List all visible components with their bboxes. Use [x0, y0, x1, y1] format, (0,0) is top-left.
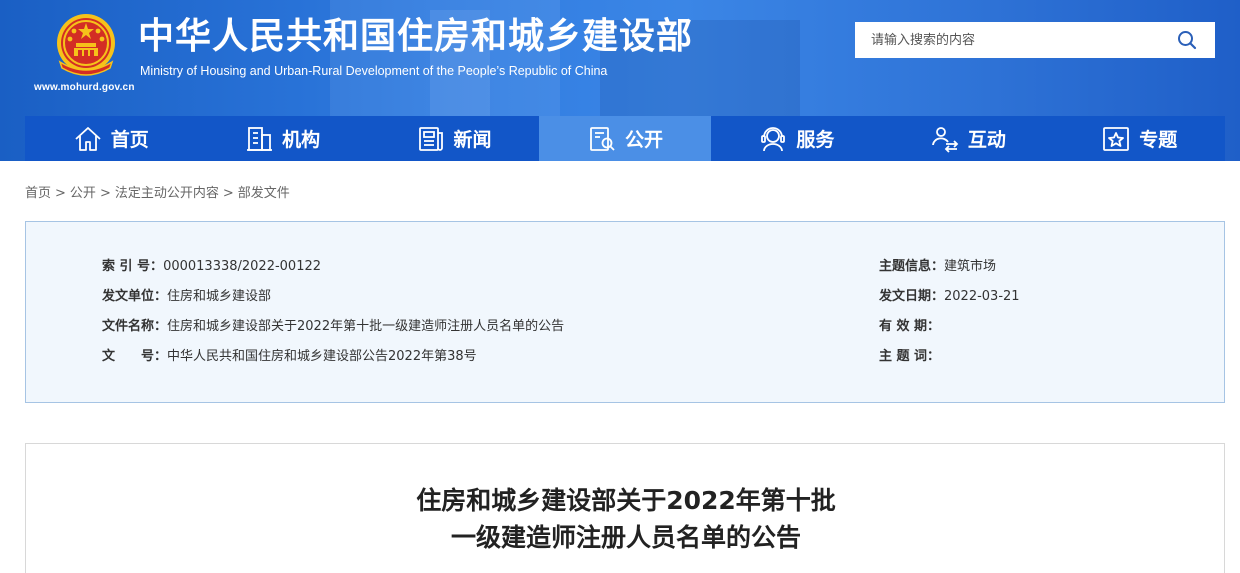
nav-item-services[interactable]: 服务 [711, 116, 882, 161]
validity-label: 有 效 期： [879, 319, 941, 334]
nav-item-label: 互动 [967, 129, 1006, 151]
topic-label: 主题信息： [879, 259, 945, 274]
info-row-docname: 文件名称：住房和城乡建设部关于2022年第十批一级建造师注册人员名单的公告 [102, 315, 564, 334]
document-search-icon [590, 126, 615, 151]
info-row-issuer: 发文单位：住房和城乡建设部 [102, 285, 271, 304]
nav-item-institutions[interactable]: 机构 [196, 116, 367, 161]
nav-item-label: 首页 [110, 129, 149, 151]
site-title[interactable]: 中华人民共和国住房和城乡建设部 [138, 15, 693, 59]
info-row-docno: 文 号：中华人民共和国住房和城乡建设部公告2022年第38号 [102, 345, 477, 364]
docname-value: 住房和城乡建设部关于2022年第十批一级建造师注册人员名单的公告 [167, 319, 565, 334]
main-nav: 首页 机构 新闻 公开 服务 互动 专题 [25, 116, 1225, 161]
article-title-line2: 一级建造师注册人员名单的公告 [450, 523, 801, 552]
docname-label: 文件名称： [102, 319, 168, 334]
breadcrumb-separator: > [99, 186, 111, 201]
nav-item-label: 专题 [1139, 129, 1178, 151]
breadcrumb-link-ministry-docs[interactable]: 部发文件 [238, 186, 290, 201]
newspaper-icon [418, 126, 443, 151]
nav-item-news[interactable]: 新闻 [368, 116, 539, 161]
nav-item-label: 机构 [282, 129, 321, 151]
breadcrumb-separator: > [55, 186, 66, 201]
info-row-topic: 主题信息：建筑市场 [879, 255, 996, 274]
search-input[interactable] [855, 22, 1165, 58]
keywords-label: 主 题 词： [879, 349, 941, 364]
issuer-label: 发文单位： [102, 289, 168, 304]
info-row-keywords: 主 题 词： [879, 345, 940, 364]
nav-item-label: 新闻 [453, 129, 492, 151]
site-url: www.mohurd.gov.cn [34, 82, 135, 93]
building-icon [247, 126, 273, 151]
info-row-validity: 有 效 期： [879, 315, 940, 334]
docno-value: 中华人民共和国住房和城乡建设部公告2022年第38号 [167, 349, 477, 364]
customer-service-icon [761, 126, 786, 151]
nav-item-label: 服务 [796, 129, 835, 151]
nav-item-label: 公开 [624, 129, 663, 151]
breadcrumb-link-public[interactable]: 公开 [70, 186, 96, 201]
article-title-line1: 住房和城乡建设部关于2022年第十批 [416, 486, 836, 515]
date-label: 发文日期： [879, 289, 945, 304]
breadcrumb-link-statutory[interactable]: 法定主动公开内容 [115, 186, 219, 201]
nav-item-topics[interactable]: 专题 [1054, 116, 1225, 161]
interaction-icon [931, 126, 959, 153]
docno-label: 文 号： [102, 349, 168, 364]
nav-item-interaction[interactable]: 互动 [882, 116, 1053, 161]
search-box [855, 22, 1215, 58]
site-subtitle: Ministry of Housing and Urban-Rural Deve… [140, 64, 608, 78]
breadcrumb-separator: > [222, 186, 234, 201]
issuer-value: 住房和城乡建设部 [167, 289, 272, 304]
topic-value: 建筑市场 [944, 259, 997, 274]
index-value: 000013338/2022-00122 [163, 259, 322, 274]
star-box-icon [1103, 126, 1130, 151]
info-row-date: 发文日期：2022-03-21 [879, 285, 1020, 304]
info-row-index: 索 引 号：000013338/2022-00122 [102, 255, 321, 274]
document-info-panel: 索 引 号：000013338/2022-00122 发文单位：住房和城乡建设部… [25, 221, 1225, 403]
nav-item-public[interactable]: 公开 [539, 116, 711, 161]
index-label: 索 引 号： [102, 259, 164, 274]
date-value: 2022-03-21 [944, 289, 1020, 304]
breadcrumb-link-home[interactable]: 首页 [25, 186, 51, 201]
search-icon[interactable] [1177, 30, 1197, 50]
article-panel: 住房和城乡建设部关于2022年第十批 一级建造师注册人员名单的公告 [25, 443, 1225, 573]
nav-item-home[interactable]: 首页 [25, 116, 196, 161]
national-emblem-icon[interactable] [50, 12, 122, 78]
home-icon [75, 126, 101, 151]
breadcrumb: 首页 > 公开 > 法定主动公开内容 > 部发文件 [25, 182, 290, 201]
